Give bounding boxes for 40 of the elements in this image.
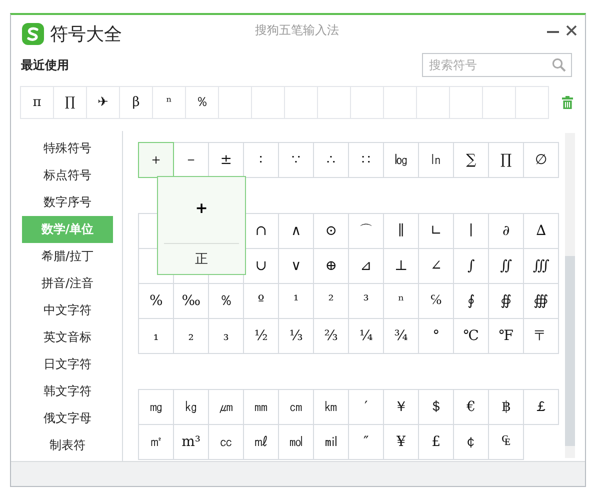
symbol-cell[interactable]: ∵	[278, 142, 314, 178]
category-item[interactable]: 拼音/注音	[22, 270, 113, 296]
app-name: 搜狗五笔输入法	[255, 22, 339, 39]
symbol-cell[interactable]: ＋	[138, 142, 174, 178]
category-item[interactable]: 英文音标	[22, 324, 113, 350]
category-item[interactable]: 希腊/拉丁	[22, 242, 113, 270]
search-field[interactable]: 搜索符号	[422, 53, 572, 78]
symbol-cell[interactable]: ∷	[348, 142, 384, 178]
scrollbar[interactable]	[565, 132, 575, 458]
close-icon[interactable]	[566, 25, 577, 36]
symbol-cell[interactable]: ₠	[488, 424, 524, 460]
symbol-cell[interactable]: ￡	[523, 388, 560, 424]
window-title: 符号大全	[50, 23, 122, 46]
symbol-cell[interactable]: ㏒	[383, 142, 420, 178]
category-item[interactable]: 日文字符	[22, 350, 113, 378]
symbol-cell[interactable]: ㎡	[138, 424, 174, 460]
trash-icon[interactable]	[562, 96, 573, 108]
symbol-cell[interactable]: ∶	[243, 142, 280, 178]
symbol-cell[interactable]: ∴	[313, 142, 350, 178]
category-item[interactable]: 俄文字母	[22, 404, 113, 432]
minimize-icon[interactable]	[547, 31, 559, 34]
symbol-cell[interactable]: 〒	[523, 318, 560, 354]
symbol-cell[interactable]: ∏	[488, 142, 524, 178]
category-item[interactable]: 制表符	[22, 432, 113, 458]
category-item[interactable]: 特殊符号	[22, 134, 113, 162]
logo-icon	[22, 23, 44, 46]
recent-label: 最近使用	[21, 56, 69, 74]
symbol-cell[interactable]: ㎎	[138, 388, 174, 424]
preview-symbol: +	[195, 198, 208, 218]
category-item[interactable]: 数字序号	[22, 188, 113, 216]
category-item[interactable]: 韩文字符	[22, 378, 113, 404]
symbol-cell[interactable]: ₁	[138, 318, 174, 354]
symbol-cell[interactable]: ∅	[523, 142, 560, 178]
symbol-cell[interactable]: ㏑	[418, 142, 454, 178]
category-item[interactable]: 中文字符	[22, 296, 113, 324]
search-icon[interactable]	[552, 58, 566, 72]
symbol-cell[interactable]: ∑	[453, 142, 490, 178]
category-item[interactable]: 标点符号	[22, 162, 113, 188]
symbol-cell[interactable]: ∆	[523, 212, 560, 248]
preview-reading: 正	[195, 250, 208, 268]
